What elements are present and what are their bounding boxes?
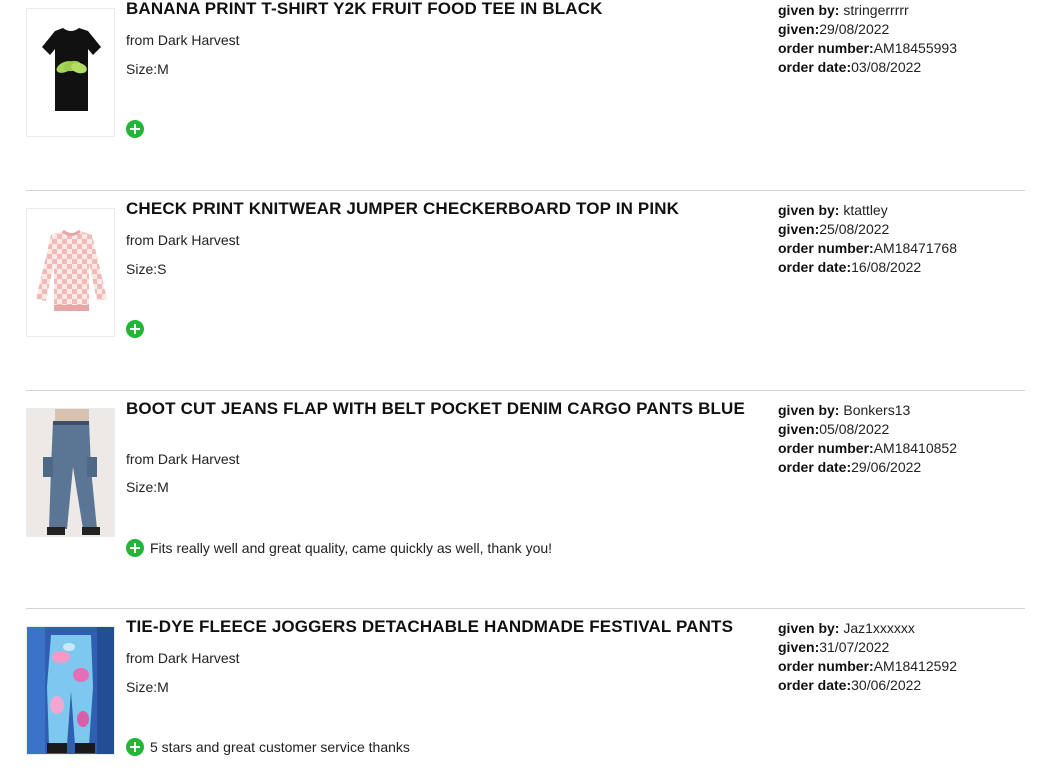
product-title[interactable]: BANANA PRINT T-SHIRT Y2K FRUIT FOOD TEE … (126, 0, 766, 18)
order-number: AM18412592 (873, 658, 957, 674)
product-image[interactable] (26, 208, 115, 337)
order-meta: given by: ktattley given:25/08/2022 orde… (778, 202, 957, 275)
divider (26, 190, 1025, 191)
product-image[interactable] (26, 8, 115, 137)
product-image[interactable] (26, 408, 115, 537)
given-by-value: stringerrrrr (843, 2, 909, 18)
order-date: 29/06/2022 (851, 459, 922, 475)
product-title[interactable]: BOOT CUT JEANS FLAP WITH BELT POCKET DEN… (126, 400, 766, 418)
add-icon[interactable] (126, 539, 144, 557)
given-by-value: Jaz1xxxxxx (843, 620, 915, 636)
given-by-value: Bonkers13 (843, 402, 911, 418)
given-date: 25/08/2022 (819, 221, 890, 237)
review-text: 5 stars and great customer service thank… (150, 739, 410, 755)
order-number: AM18410852 (873, 440, 957, 456)
given-date: 31/07/2022 (819, 639, 890, 655)
given-date: 29/08/2022 (819, 21, 890, 37)
given-by-value: ktattley (843, 202, 888, 218)
seller-label: from Dark Harvest (126, 232, 240, 248)
product-image[interactable] (26, 626, 115, 755)
order-date: 30/06/2022 (851, 677, 922, 693)
seller-label: from Dark Harvest (126, 32, 240, 48)
add-icon[interactable] (126, 738, 144, 756)
review-row (126, 320, 150, 338)
size-label: Size:S (126, 261, 167, 277)
seller-label: from Dark Harvest (126, 451, 240, 467)
size-label: Size:M (126, 679, 169, 695)
review-row: Fits really well and great quality, came… (126, 539, 552, 557)
size-label: Size:M (126, 479, 169, 495)
order-date: 16/08/2022 (851, 259, 922, 275)
add-icon[interactable] (126, 120, 144, 138)
order-meta: given by: stringerrrrr given:29/08/2022 … (778, 2, 957, 75)
seller-label: from Dark Harvest (126, 650, 240, 666)
divider (26, 608, 1025, 609)
order-date: 03/08/2022 (851, 59, 922, 75)
product-title[interactable]: CHECK PRINT KNITWEAR JUMPER CHECKERBOARD… (126, 200, 766, 218)
order-number: AM18471768 (873, 240, 957, 256)
divider (26, 390, 1025, 391)
review-row (126, 120, 150, 138)
given-date: 05/08/2022 (819, 421, 890, 437)
order-number: AM18455993 (873, 40, 957, 56)
review-text: Fits really well and great quality, came… (150, 540, 553, 556)
order-meta: given by: Jaz1xxxxxx given:31/07/2022 or… (778, 620, 957, 693)
review-row: 5 stars and great customer service thank… (126, 738, 410, 756)
add-icon[interactable] (126, 320, 144, 338)
product-title[interactable]: TIE-DYE FLEECE JOGGERS DETACHABLE HANDMA… (126, 618, 766, 636)
size-label: Size:M (126, 61, 169, 77)
order-meta: given by: Bonkers13 given:05/08/2022 ord… (778, 402, 957, 475)
